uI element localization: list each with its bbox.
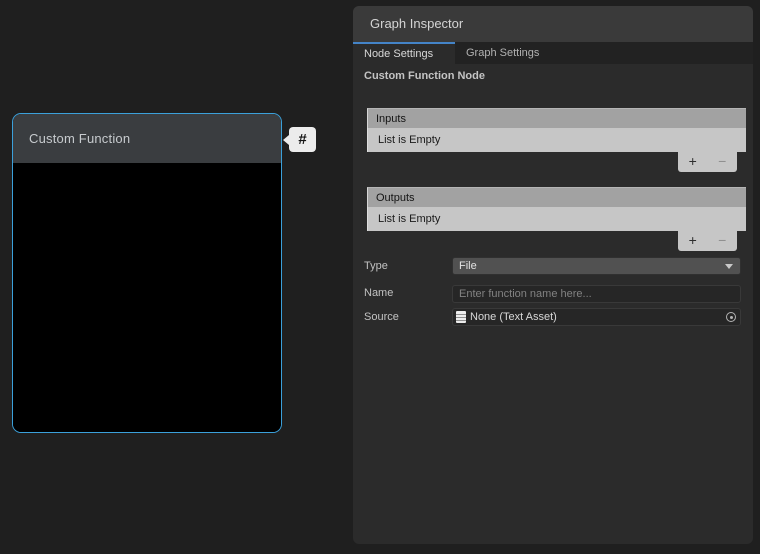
- hash-icon: #: [298, 131, 306, 148]
- name-label: Name: [364, 284, 393, 302]
- tab-graph-settings[interactable]: Graph Settings: [455, 42, 565, 64]
- graph-inspector-panel: Graph Inspector Node Settings Graph Sett…: [353, 6, 753, 544]
- outputs-list-empty-row: List is Empty: [367, 207, 746, 231]
- node-title-bar[interactable]: Custom Function: [13, 114, 281, 163]
- inputs-list: Inputs List is Empty + −: [367, 108, 746, 152]
- inputs-add-button[interactable]: +: [678, 152, 708, 172]
- text-asset-icon: [456, 311, 466, 323]
- chevron-down-icon: [725, 264, 733, 269]
- outputs-add-button[interactable]: +: [678, 231, 708, 251]
- inspector-title: Graph Inspector: [370, 16, 463, 31]
- object-picker-icon[interactable]: [726, 312, 736, 322]
- tab-node-settings[interactable]: Node Settings: [353, 42, 455, 64]
- source-row: Source None (Text Asset): [353, 308, 753, 326]
- name-row: Name: [353, 284, 753, 302]
- type-dropdown[interactable]: File: [452, 257, 741, 275]
- function-name-input[interactable]: [452, 285, 741, 303]
- source-object-value: None (Text Asset): [470, 311, 557, 323]
- source-label: Source: [364, 308, 399, 326]
- source-object-field[interactable]: None (Text Asset): [452, 308, 741, 326]
- inputs-list-header: Inputs: [367, 108, 746, 128]
- section-title: Custom Function Node: [364, 70, 485, 82]
- type-row: Type File: [353, 257, 753, 275]
- inspector-tabbar: Node Settings Graph Settings: [353, 42, 753, 64]
- outputs-remove-button[interactable]: −: [708, 231, 738, 251]
- type-dropdown-value: File: [459, 260, 477, 272]
- outputs-list: Outputs List is Empty + −: [367, 187, 746, 231]
- custom-function-hash-badge[interactable]: #: [289, 127, 316, 152]
- inputs-remove-button[interactable]: −: [708, 152, 738, 172]
- node-title: Custom Function: [29, 131, 130, 146]
- graph-canvas[interactable]: Custom Function # Graph Inspector Node S…: [0, 0, 760, 554]
- inputs-list-empty-row: List is Empty: [367, 128, 746, 152]
- node-preview-body: [13, 163, 281, 432]
- outputs-list-header: Outputs: [367, 187, 746, 207]
- custom-function-node[interactable]: Custom Function: [12, 113, 282, 433]
- type-label: Type: [364, 257, 388, 275]
- outputs-list-footer: + −: [678, 231, 737, 251]
- inputs-list-footer: + −: [678, 152, 737, 172]
- inspector-header[interactable]: Graph Inspector: [353, 6, 753, 42]
